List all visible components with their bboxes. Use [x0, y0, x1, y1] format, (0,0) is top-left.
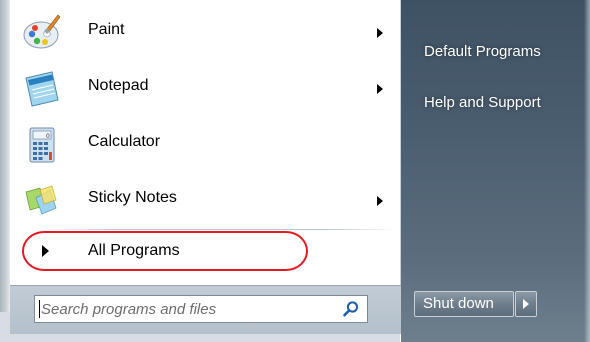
program-label: Paint — [88, 21, 125, 38]
submenu-arrow-icon[interactable] — [377, 84, 383, 94]
menu-separator — [44, 229, 396, 230]
program-item-sticky-notes[interactable]: Sticky Notes — [18, 174, 390, 226]
program-item-notepad[interactable]: Notepad — [18, 62, 390, 114]
calculator-icon: 0 — [22, 124, 62, 164]
shutdown-button[interactable]: Shut down — [414, 291, 514, 317]
text-caret — [39, 300, 40, 318]
default-programs-link[interactable]: Default Programs — [424, 43, 541, 60]
shutdown-options-button[interactable] — [515, 291, 537, 317]
search-box[interactable] — [34, 295, 368, 323]
submenu-arrow-icon[interactable] — [377, 196, 383, 206]
program-item-paint[interactable]: Paint — [18, 6, 390, 58]
search-input[interactable] — [41, 296, 331, 322]
start-menu: Paint Notepad 0 Calculator Sticky Notes … — [0, 0, 590, 342]
svg-text:0: 0 — [46, 133, 50, 140]
search-icon[interactable] — [342, 300, 360, 318]
program-label: Notepad — [88, 77, 149, 94]
right-links-panel: Default Programs Help and Support Shut d… — [401, 0, 590, 342]
chevron-right-icon — [523, 299, 529, 309]
program-label: Calculator — [88, 133, 161, 150]
program-item-calculator[interactable]: 0 Calculator — [18, 118, 390, 170]
start-menu-left-edge — [0, 0, 10, 342]
program-label: Sticky Notes — [88, 189, 177, 206]
submenu-arrow-icon[interactable] — [377, 28, 383, 38]
sticky-notes-icon — [22, 180, 62, 220]
notepad-icon — [22, 68, 62, 108]
all-programs-button[interactable]: All Programs — [18, 236, 390, 266]
help-and-support-link[interactable]: Help and Support — [424, 94, 541, 111]
search-strip — [10, 285, 401, 334]
program-list-panel: Paint Notepad 0 Calculator Sticky Notes … — [10, 0, 401, 285]
expand-arrow-icon — [42, 245, 49, 257]
all-programs-label: All Programs — [88, 242, 180, 259]
paint-icon — [22, 12, 62, 52]
